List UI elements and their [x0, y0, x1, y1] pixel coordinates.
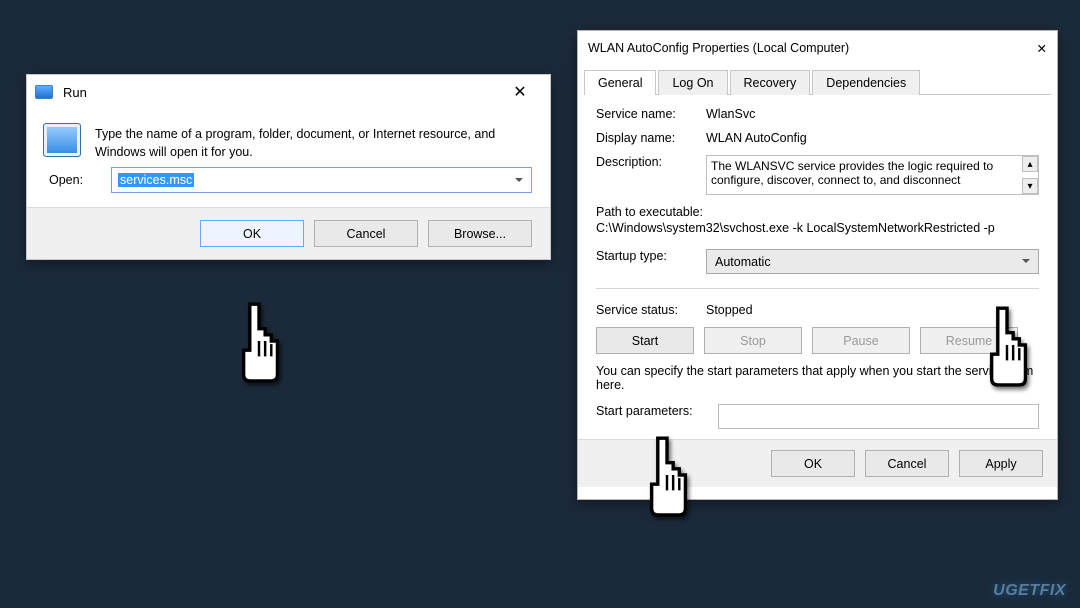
run-title-text: Run	[63, 85, 498, 100]
service-name-label: Service name:	[596, 107, 706, 121]
startup-type-select[interactable]: Automatic	[706, 249, 1039, 274]
close-icon[interactable]: ✕	[1037, 41, 1047, 56]
open-label: Open:	[49, 173, 101, 187]
open-value: services.msc	[118, 173, 194, 187]
tab-log-on[interactable]: Log On	[658, 70, 727, 95]
run-titlebar[interactable]: Run ✕	[27, 75, 550, 109]
path-label: Path to executable:	[596, 205, 1039, 219]
stop-button[interactable]: Stop	[704, 327, 802, 354]
props-cancel-button[interactable]: Cancel	[865, 450, 949, 477]
scroll-down-icon[interactable]: ▾	[1022, 178, 1038, 194]
tab-dependencies[interactable]: Dependencies	[812, 70, 920, 95]
close-icon[interactable]: ✕	[498, 82, 542, 102]
startup-type-value: Automatic	[715, 255, 771, 269]
service-status-value: Stopped	[706, 303, 1039, 317]
description-label: Description:	[596, 155, 706, 169]
run-program-icon	[43, 123, 81, 157]
resume-button[interactable]: Resume	[920, 327, 1018, 354]
open-combobox[interactable]: services.msc	[111, 167, 532, 193]
tab-recovery[interactable]: Recovery	[730, 70, 811, 95]
service-status-label: Service status:	[596, 303, 706, 317]
service-control-buttons: Start Stop Pause Resume	[596, 327, 1039, 354]
run-dialog: Run ✕ Type the name of a program, folder…	[26, 74, 551, 260]
separator	[596, 288, 1039, 289]
run-button-bar: OK Cancel Browse...	[27, 207, 550, 259]
display-name-label: Display name:	[596, 131, 706, 145]
start-button[interactable]: Start	[596, 327, 694, 354]
tab-general[interactable]: General	[584, 70, 656, 95]
general-pane: Service name: WlanSvc Display name: WLAN…	[596, 107, 1039, 429]
description-box[interactable]: The WLANSVC service provides the logic r…	[706, 155, 1039, 195]
start-note: You can specify the start parameters tha…	[596, 364, 1039, 398]
props-titlebar[interactable]: WLAN AutoConfig Properties (Local Comput…	[578, 31, 1057, 65]
props-ok-button[interactable]: OK	[771, 450, 855, 477]
pause-button[interactable]: Pause	[812, 327, 910, 354]
run-message: Type the name of a program, folder, docu…	[95, 123, 532, 161]
service-name-value: WlanSvc	[706, 107, 1039, 121]
ok-button[interactable]: OK	[200, 220, 304, 247]
description-text: The WLANSVC service provides the logic r…	[711, 159, 993, 187]
watermark: UGETFIX	[993, 582, 1066, 600]
start-parameters-label: Start parameters:	[596, 404, 718, 418]
props-apply-button[interactable]: Apply	[959, 450, 1043, 477]
start-parameters-input[interactable]	[718, 404, 1039, 429]
pointer-cursor-icon	[228, 298, 290, 384]
props-title-text: WLAN AutoConfig Properties (Local Comput…	[588, 41, 849, 55]
run-icon	[35, 85, 53, 99]
service-properties-dialog: WLAN AutoConfig Properties (Local Comput…	[577, 30, 1058, 500]
tab-strip: General Log On Recovery Dependencies	[584, 69, 1051, 95]
startup-type-label: Startup type:	[596, 249, 706, 263]
cancel-button[interactable]: Cancel	[314, 220, 418, 247]
display-name-value: WLAN AutoConfig	[706, 131, 1039, 145]
props-button-bar: OK Cancel Apply	[578, 439, 1057, 487]
browse-button[interactable]: Browse...	[428, 220, 532, 247]
path-value: C:\Windows\system32\svchost.exe -k Local…	[596, 221, 1039, 235]
scroll-up-icon[interactable]: ▴	[1022, 156, 1038, 172]
